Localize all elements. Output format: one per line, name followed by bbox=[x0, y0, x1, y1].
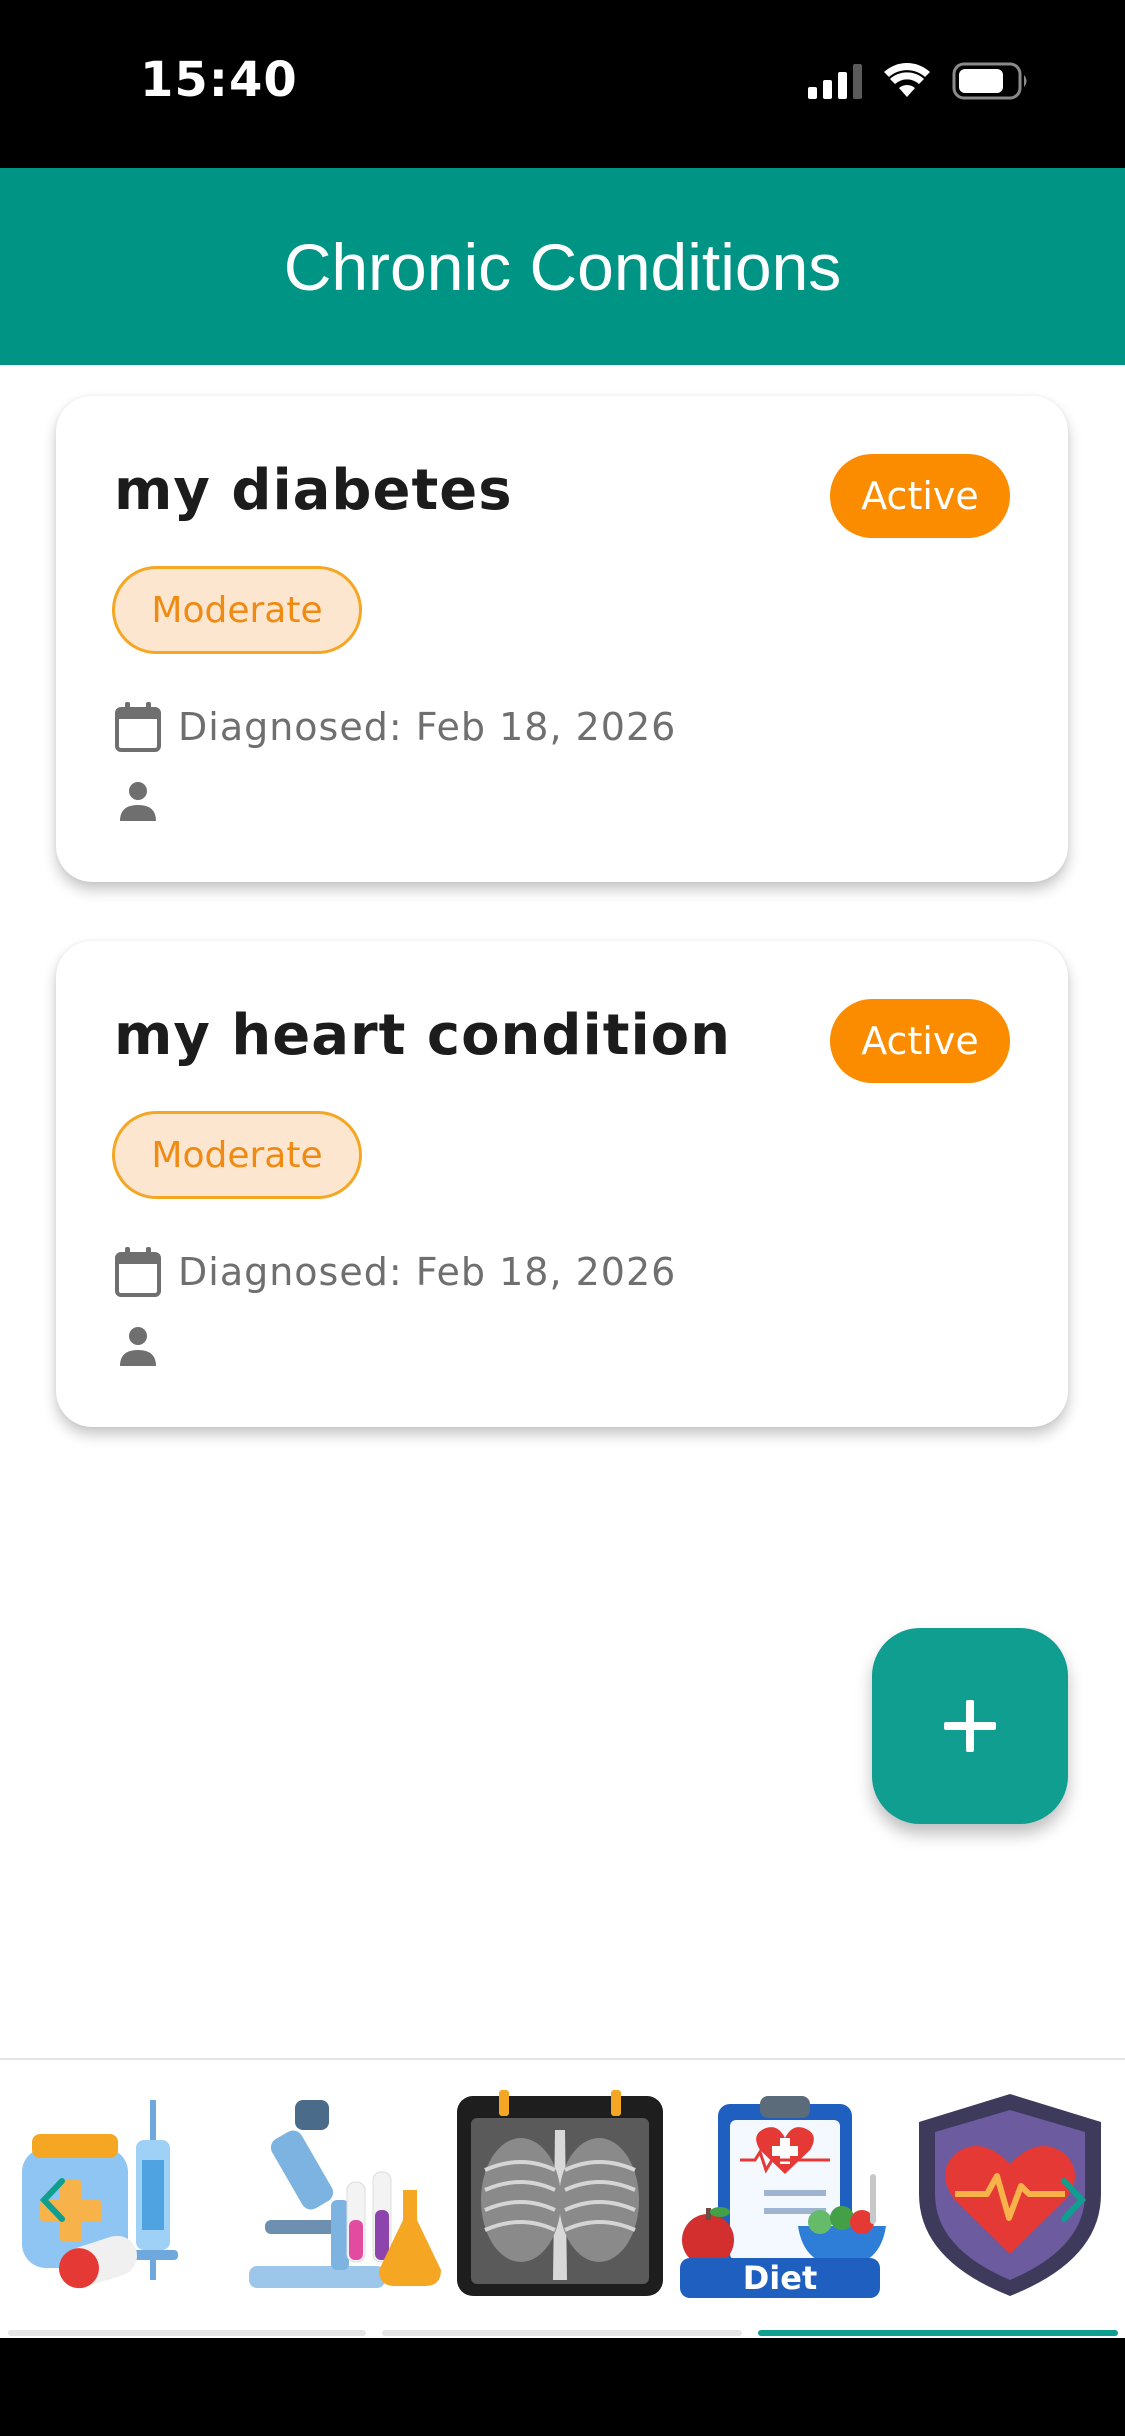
severity-badge: Moderate bbox=[112, 1111, 362, 1199]
page-title: Chronic Conditions bbox=[283, 229, 842, 304]
calendar-icon bbox=[115, 702, 161, 752]
diagnosed-date: Diagnosed: Feb 18, 2026 bbox=[178, 705, 677, 749]
condition-card[interactable]: my heart condition Active Moderate Diagn… bbox=[56, 941, 1068, 1427]
diagnosed-row: Diagnosed: Feb 18, 2026 bbox=[114, 1246, 676, 1298]
condition-name: my diabetes bbox=[114, 458, 513, 523]
severity-badge: Moderate bbox=[112, 566, 362, 654]
calendar-icon bbox=[115, 1247, 161, 1297]
microscope-lab-icon[interactable] bbox=[235, 2090, 445, 2300]
status-icons bbox=[808, 62, 1030, 100]
plus-icon bbox=[944, 1700, 996, 1752]
diet-label: Diet bbox=[743, 2259, 818, 2297]
status-badge: Active bbox=[830, 454, 1010, 538]
carousel-next-arrow[interactable] bbox=[1052, 2175, 1092, 2225]
person-row bbox=[116, 1324, 160, 1372]
condition-card[interactable]: my diabetes Active Moderate Diagnosed: F… bbox=[56, 396, 1068, 882]
person-icon bbox=[120, 782, 156, 821]
xray-icon[interactable] bbox=[455, 2090, 665, 2300]
person-row bbox=[116, 779, 160, 827]
add-condition-button[interactable] bbox=[872, 1628, 1068, 1824]
wifi-icon bbox=[884, 63, 930, 97]
status-bar: 15:40 bbox=[0, 0, 1125, 168]
bottom-divider bbox=[0, 2058, 1125, 2060]
feature-carousel[interactable]: Diet bbox=[0, 2090, 1125, 2310]
status-badge: Active bbox=[830, 999, 1010, 1083]
diagnosed-row: Diagnosed: Feb 18, 2026 bbox=[114, 701, 676, 753]
carousel-prev-arrow[interactable] bbox=[34, 2175, 74, 2225]
app-header: Chronic Conditions bbox=[0, 168, 1125, 365]
person-icon bbox=[120, 1327, 156, 1366]
home-indicator-area bbox=[0, 2338, 1125, 2436]
status-time: 15:40 bbox=[140, 52, 298, 108]
carousel-indicator bbox=[8, 2330, 366, 2336]
condition-name: my heart condition bbox=[114, 1003, 731, 1068]
diagnosed-date: Diagnosed: Feb 18, 2026 bbox=[178, 1250, 677, 1294]
diet-icon[interactable]: Diet bbox=[680, 2090, 890, 2300]
carousel-indicator bbox=[382, 2330, 742, 2336]
cellular-signal-icon bbox=[808, 63, 862, 99]
carousel-indicator-active bbox=[758, 2330, 1118, 2336]
battery-icon bbox=[952, 62, 1027, 100]
